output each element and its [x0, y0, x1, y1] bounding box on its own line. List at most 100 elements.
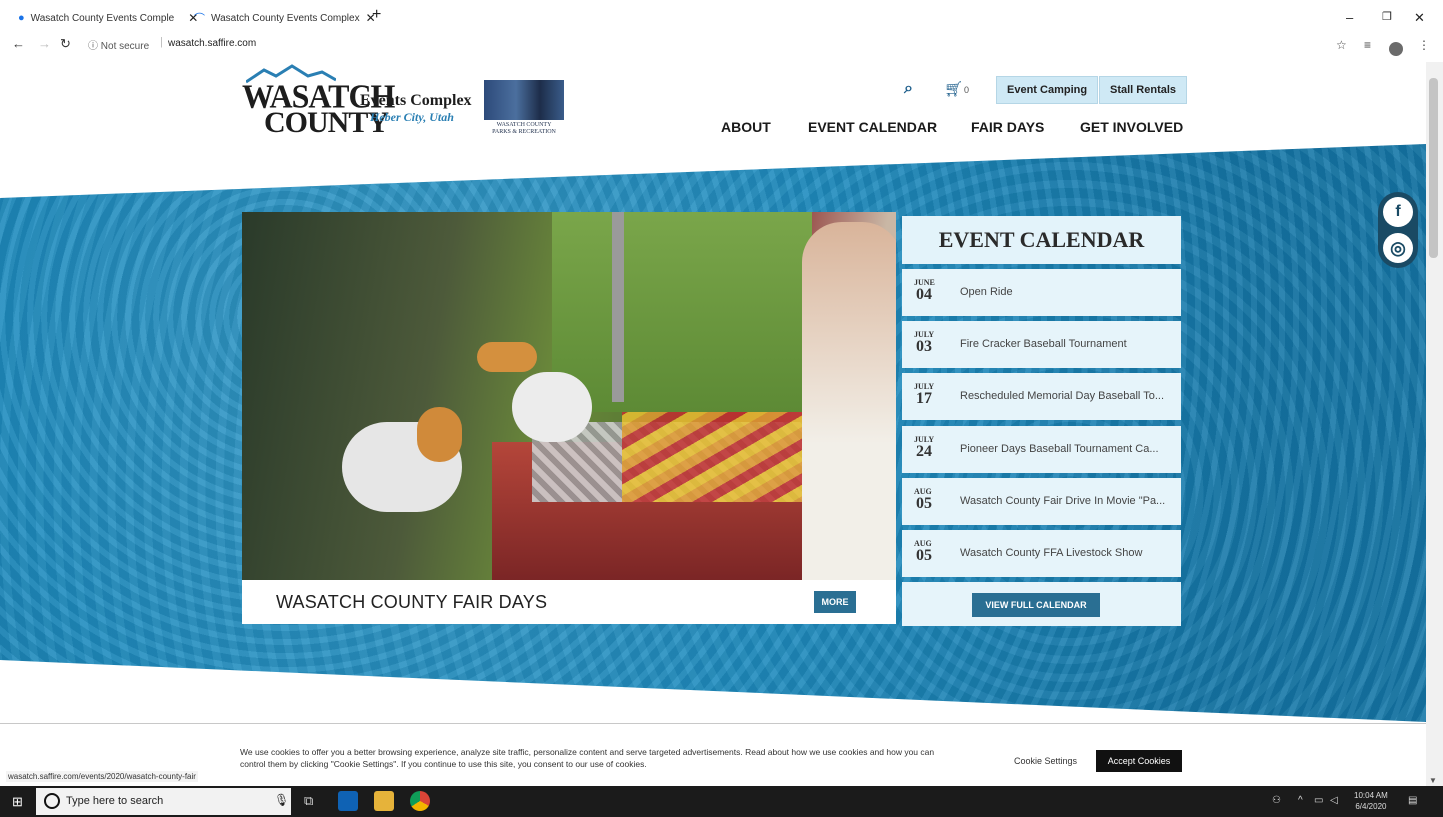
calendar-event-row[interactable]: JUNE 04 Open Ride	[902, 269, 1181, 316]
logo-events-complex: Events Complex	[360, 92, 472, 109]
event-day: 05	[916, 495, 932, 512]
calendar-event-row[interactable]: AUG 05 Wasatch County Fair Drive In Movi…	[902, 478, 1181, 525]
tab-title: Wasatch County Events Complex	[211, 12, 360, 24]
cortana-icon	[44, 793, 60, 809]
url-field[interactable]: wasatch.saffire.com	[168, 38, 256, 49]
site-logo[interactable]: WASATCH COUNTY Events Complex Heber City…	[242, 64, 472, 144]
network-icon[interactable]: ▭	[1314, 795, 1323, 806]
reload-icon[interactable]: ↻	[60, 36, 71, 52]
calendar-footer: VIEW FULL CALENDAR	[902, 582, 1181, 626]
parks-logo-text: WASATCH COUNTY PARKS & RECREATION	[482, 122, 566, 136]
new-tab-button[interactable]: +	[372, 6, 381, 24]
event-day: 05	[916, 547, 932, 564]
event-day: 04	[916, 286, 932, 303]
profile-avatar[interactable]	[1389, 42, 1403, 56]
hero-photo[interactable]	[242, 212, 896, 580]
droplet-icon: ●	[18, 12, 25, 24]
star-icon[interactable]: ☆	[1336, 38, 1347, 52]
parks-logo-art	[484, 80, 564, 120]
nav-event-calendar[interactable]: EVENT CALENDAR	[808, 119, 937, 135]
minimize-icon[interactable]: –	[1346, 10, 1353, 25]
parks-recreation-logo[interactable]: WASATCH COUNTY PARKS & RECREATION	[482, 80, 566, 138]
view-full-calendar-button[interactable]: VIEW FULL CALENDAR	[972, 593, 1100, 617]
file-explorer-icon[interactable]	[374, 791, 394, 811]
task-view-icon[interactable]: ⧉	[304, 793, 313, 809]
windows-start-icon[interactable]: ⊞	[12, 794, 23, 810]
event-day: 24	[916, 443, 932, 460]
cart-count: 0	[964, 85, 970, 95]
security-indicator[interactable]: ⓘ Not secure	[88, 37, 149, 52]
scroll-down-icon[interactable]: ▼	[1429, 776, 1437, 785]
event-camping-button[interactable]: Event Camping	[996, 76, 1099, 104]
event-day: 03	[916, 338, 932, 355]
stall-rentals-button[interactable]: Stall Rentals	[1099, 76, 1188, 104]
chrome-icon[interactable]	[410, 791, 430, 811]
instagram-icon[interactable]: ◎	[1383, 233, 1413, 263]
menu-icon[interactable]: ⋮	[1418, 38, 1430, 52]
event-name: Wasatch County FFA Livestock Show	[960, 547, 1143, 559]
photo-hotdog-bun	[417, 407, 462, 462]
security-label: Not secure	[100, 41, 150, 52]
search-icon[interactable]: ⌕	[904, 80, 913, 98]
logo-city: Heber City, Utah	[370, 110, 454, 124]
calendar-event-row[interactable]: JULY 03 Fire Cracker Baseball Tournament	[902, 321, 1181, 368]
nav-fair-days[interactable]: FAIR DAYS	[971, 119, 1044, 135]
taskbar-clock[interactable]: 10:04 AM 6/4/2020	[1354, 790, 1388, 812]
clock-date: 6/4/2020	[1355, 802, 1387, 811]
scrollbar-thumb[interactable]	[1429, 78, 1438, 258]
event-name: Fire Cracker Baseball Tournament	[960, 338, 1127, 350]
content-divider	[0, 723, 1426, 724]
taskbar-search-placeholder: Type here to search	[66, 795, 164, 807]
event-name: Wasatch County Fair Drive In Movie "Pa..…	[960, 495, 1166, 507]
volume-icon[interactable]: ◁	[1330, 795, 1338, 806]
calendar-event-row[interactable]: JULY 24 Pioneer Days Baseball Tournament…	[902, 426, 1181, 473]
people-icon[interactable]: ⚇	[1272, 795, 1281, 806]
hero-caption: WASATCH COUNTY FAIR DAYS	[276, 592, 548, 612]
reading-list-icon[interactable]: ≡	[1364, 38, 1371, 52]
tab-title: Wasatch County Events Comple	[30, 12, 175, 24]
cookie-banner: We use cookies to offer you a better bro…	[0, 740, 1426, 784]
address-bar: ← → ↻ ⓘ Not secure | wasatch.saffire.com…	[0, 34, 1443, 60]
microphone-icon[interactable]: 🎙︎	[274, 793, 289, 807]
taskbar-search[interactable]: Type here to search 🎙︎	[36, 788, 291, 815]
more-button[interactable]: MORE	[814, 591, 856, 613]
calendar-event-row[interactable]: JULY 17 Rescheduled Memorial Day Basebal…	[902, 373, 1181, 420]
event-name: Rescheduled Memorial Day Baseball To...	[960, 390, 1165, 402]
outlook-icon[interactable]	[338, 791, 358, 811]
nav-get-involved[interactable]: GET INVOLVED	[1080, 119, 1183, 135]
photo-tent-pole	[612, 212, 624, 402]
show-hidden-icons[interactable]: ^	[1298, 795, 1303, 806]
social-links: f ◎	[1378, 192, 1418, 268]
cookie-text: We use cookies to offer you a better bro…	[240, 747, 935, 769]
calendar-event-row[interactable]: AUG 05 Wasatch County FFA Livestock Show	[902, 530, 1181, 577]
browser-tab-active[interactable]: ● Wasatch County Events Comple ✕	[18, 8, 198, 28]
parks-logo-line2: PARKS & RECREATION	[492, 129, 556, 135]
photo-grass	[552, 212, 812, 412]
address-separator: |	[160, 36, 163, 48]
event-day: 17	[916, 390, 932, 407]
facebook-icon[interactable]: f	[1383, 197, 1413, 227]
browser-tab[interactable]: ⌒ Wasatch County Events Complex ✕	[194, 8, 376, 28]
accept-cookies-button[interactable]: Accept Cookies	[1096, 750, 1182, 772]
restore-icon[interactable]: ❐	[1382, 10, 1392, 23]
back-icon[interactable]: ←	[12, 36, 25, 51]
clock-time: 10:04 AM	[1354, 791, 1388, 800]
action-center-icon[interactable]: ▤	[1408, 795, 1417, 806]
event-calendar-title: EVENT CALENDAR	[902, 216, 1181, 264]
event-calendar-panel: EVENT CALENDAR JUNE 04 Open Ride JULY 03…	[902, 216, 1181, 626]
browser-tab-bar: ● Wasatch County Events Comple ✕ ⌒ Wasat…	[0, 0, 1443, 34]
mountain-icon: ⌒	[194, 13, 205, 25]
photo-hotdog-bun	[477, 342, 537, 372]
parks-logo-line1: WASATCH COUNTY	[496, 122, 552, 128]
event-name: Open Ride	[960, 286, 1013, 298]
photo-glove	[512, 372, 592, 442]
status-bar-url: wasatch.saffire.com/events/2020/wasatch-…	[6, 771, 198, 782]
cookie-settings-link[interactable]: Cookie Settings	[1014, 756, 1077, 766]
windows-taskbar: ⊞ Type here to search 🎙︎ ⧉ ⚇ ^ ▭ ◁ 10:04…	[0, 786, 1443, 817]
forward-icon[interactable]: →	[38, 36, 51, 51]
hero-caption-bar: WASATCH COUNTY FAIR DAYS MORE	[242, 580, 896, 624]
nav-about[interactable]: ABOUT	[721, 119, 771, 135]
photo-person	[802, 222, 896, 580]
close-window-icon[interactable]: ✕	[1414, 10, 1425, 26]
cart-icon[interactable]: 🛒︎	[944, 80, 963, 98]
